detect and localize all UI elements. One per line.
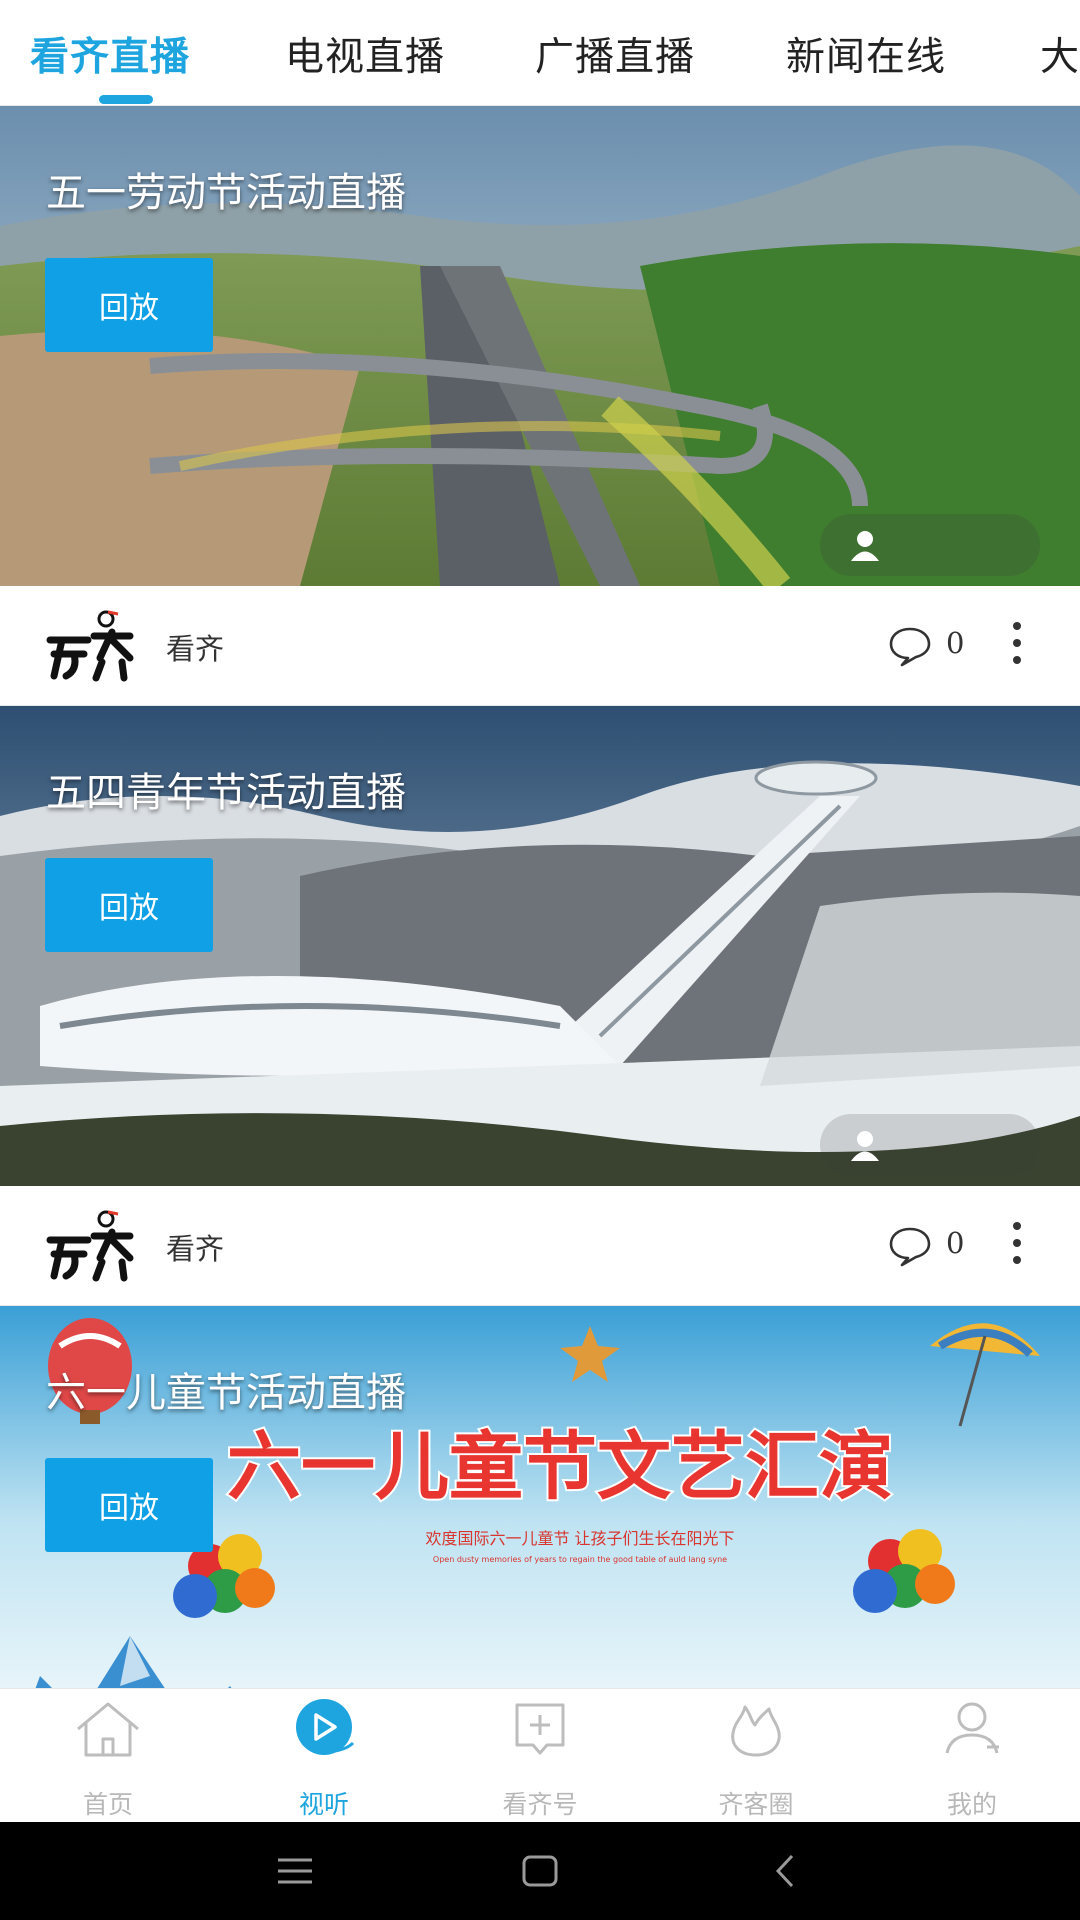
tab-tv-live[interactable]: 电视直播 [285, 26, 445, 82]
live-feed-list[interactable]: 五一劳动节活动直播 回放 看齐 0 五四青年节活动直播 回放 看齐 0 六一儿童… [0, 106, 1080, 1688]
flame-icon [731, 1705, 781, 1757]
nav-community[interactable]: 齐客圈 [648, 1689, 864, 1823]
nav-label: 看齐号 [502, 1790, 578, 1819]
top-tab-bar: 看齐直播 电视直播 广播直播 新闻在线 大 [0, 0, 1080, 106]
nav-label: 首页 [82, 1790, 133, 1819]
replay-button[interactable]: 回放 [45, 1458, 213, 1552]
live-card[interactable]: 五四青年节活动直播 回放 看齐 0 [0, 706, 1080, 1306]
nav-media[interactable]: 视听 [216, 1689, 432, 1823]
live-card[interactable]: 五一劳动节活动直播 回放 看齐 0 [0, 106, 1080, 706]
nav-home[interactable]: 首页 [0, 1689, 216, 1823]
bottom-navigation: 首页 视听 看齐号 齐客圈 我的 [0, 1688, 1080, 1822]
card-title: 五四青年节活动直播 [46, 770, 406, 816]
live-card[interactable]: 六一儿童节文艺汇演 欢度国际六一儿童节 让孩子们生长在阳光下 Open dust… [0, 1306, 1080, 1688]
add-box-icon [515, 1703, 565, 1755]
comment-count: 0 [946, 626, 965, 660]
viewer-person-icon [851, 1131, 879, 1161]
home-square-icon[interactable] [515, 1846, 565, 1896]
card-title: 五一劳动节活动直播 [46, 170, 406, 216]
card-thumbnail[interactable]: 五一劳动节活动直播 回放 [0, 106, 1080, 586]
card-meta-row: 看齐 0 [0, 1186, 1080, 1306]
comment-count: 0 [946, 1226, 965, 1260]
card-thumbnail[interactable]: 五四青年节活动直播 回放 [0, 706, 1080, 1186]
tab-radio-live[interactable]: 广播直播 [535, 26, 695, 82]
nav-label: 我的 [946, 1790, 997, 1819]
person-icon [945, 1702, 999, 1754]
menu-icon[interactable] [270, 1846, 320, 1896]
tab-kanqi-live[interactable]: 看齐直播 [30, 26, 190, 82]
kanqi-logo [46, 610, 134, 682]
replay-button[interactable]: 回放 [45, 258, 213, 352]
nav-mine[interactable]: 我的 [864, 1689, 1080, 1823]
home-icon [77, 1702, 139, 1757]
more-options-icon[interactable] [1007, 620, 1027, 666]
author-name[interactable]: 看齐 [166, 1226, 224, 1268]
nav-kanqi-account[interactable]: 看齐号 [432, 1689, 648, 1823]
nav-label: 齐客圈 [718, 1790, 794, 1819]
system-navigation-bar [0, 1822, 1080, 1920]
poster-subline-en: Open dusty memories of years to regain t… [433, 1555, 727, 1564]
comment-icon[interactable] [888, 1225, 932, 1267]
card-meta-row: 看齐 0 [0, 586, 1080, 706]
active-tab-indicator [99, 95, 153, 104]
author-name[interactable]: 看齐 [166, 626, 224, 668]
more-options-icon[interactable] [1007, 1220, 1027, 1266]
viewer-person-icon [851, 531, 879, 561]
card-thumbnail[interactable]: 六一儿童节文艺汇演 欢度国际六一儿童节 让孩子们生长在阳光下 Open dust… [0, 1306, 1080, 1688]
card-title: 六一儿童节活动直播 [46, 1370, 406, 1416]
replay-button[interactable]: 回放 [45, 858, 213, 952]
poster-headline: 六一儿童节文艺汇演 [227, 1424, 893, 1510]
play-icon [296, 1699, 355, 1755]
viewer-count-badge [820, 1114, 1040, 1176]
tab-news-online[interactable]: 新闻在线 [786, 26, 946, 82]
back-icon[interactable] [760, 1846, 810, 1896]
viewer-count-badge [820, 514, 1040, 576]
tab-more[interactable]: 大 [1040, 26, 1080, 82]
nav-label: 视听 [298, 1790, 349, 1819]
poster-subline: 欢度国际六一儿童节 让孩子们生长在阳光下 [425, 1529, 734, 1548]
comment-icon[interactable] [888, 625, 932, 667]
kanqi-logo [46, 1210, 134, 1282]
